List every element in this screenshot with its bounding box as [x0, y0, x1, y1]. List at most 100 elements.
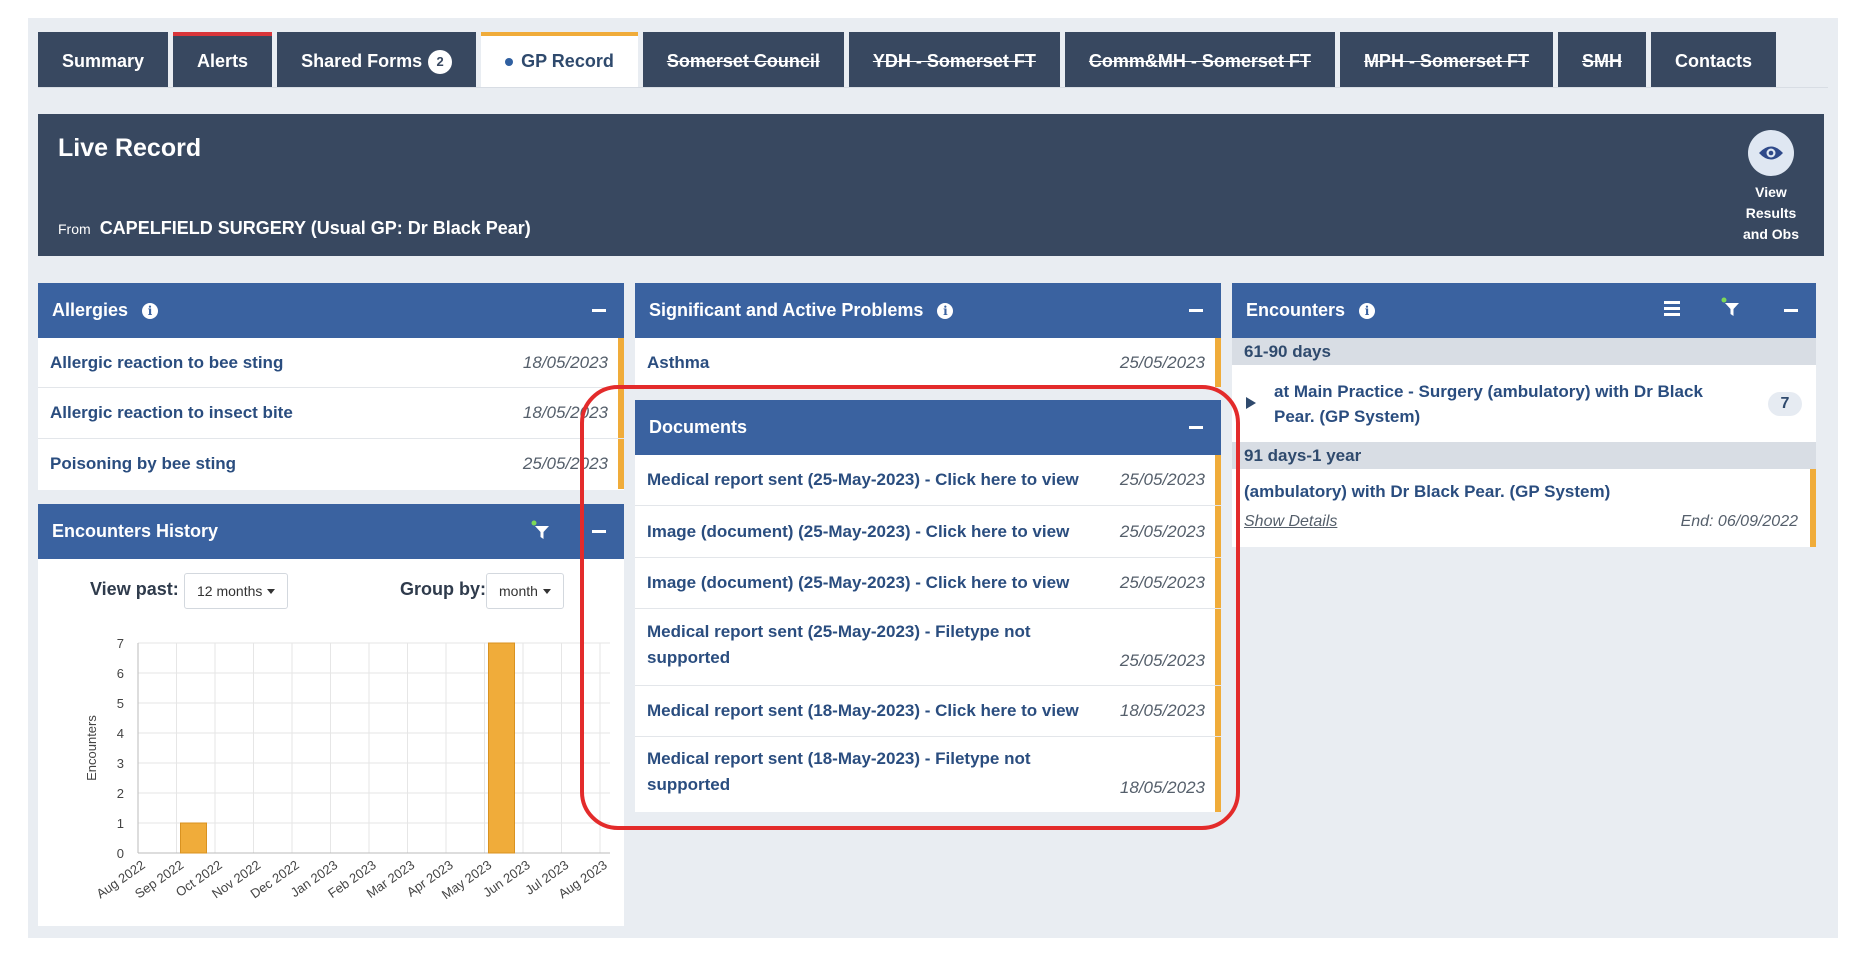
accent-bar — [1215, 338, 1221, 387]
document-date: 18/05/2023 — [1119, 778, 1205, 797]
eye-icon — [1748, 130, 1794, 176]
practice-name: CAPELFIELD SURGERY (Usual GP: Dr Black P… — [99, 218, 531, 238]
list-menu-icon[interactable] — [1664, 301, 1680, 317]
encounter-item[interactable]: at Main Practice - Surgery (ambulatory) … — [1232, 365, 1816, 442]
document-row[interactable]: Medical report sent (25-May-2023) - File… — [635, 609, 1221, 686]
list-item[interactable]: Poisoning by bee sting 25/05/2023 — [38, 439, 624, 489]
tabs-divider — [38, 87, 1828, 88]
allergy-date: 25/05/2023 — [522, 454, 608, 473]
collapse-icon[interactable] — [592, 530, 606, 533]
encounters-panel: Encounters i 61-90 days at Main Practice… — [1232, 283, 1816, 547]
encounters-header: Encounters i — [1232, 283, 1816, 338]
collapse-icon[interactable] — [1784, 309, 1798, 312]
document-link[interactable]: Image (document) (25-May-2023) - Click h… — [647, 570, 1120, 596]
tab-bar: Summary Alerts Shared Forms 2 GP Record S… — [38, 32, 1781, 87]
tab-alerts[interactable]: Alerts — [173, 32, 273, 87]
view-results-obs-button[interactable]: View Results and Obs — [1738, 130, 1804, 245]
document-row[interactable]: Image (document) (25-May-2023) - Click h… — [635, 558, 1221, 609]
document-link[interactable]: Medical report sent (25-May-2023) - Clic… — [647, 467, 1120, 493]
y-tick-label: 0 — [117, 846, 124, 861]
info-icon[interactable]: i — [142, 302, 159, 319]
y-tick-label: 1 — [117, 816, 124, 831]
problems-header: Significant and Active Problems i — [635, 283, 1221, 338]
panel-title: Documents — [649, 417, 748, 437]
panel-title: Allergies — [52, 300, 129, 320]
document-link[interactable]: Medical report sent (25-May-2023) - File… — [647, 619, 1120, 671]
y-tick-label: 5 — [117, 696, 124, 711]
info-icon[interactable]: i — [937, 302, 954, 319]
tab-mph-somerset-ft[interactable]: MPH - Somerset FT — [1339, 32, 1553, 87]
accent-bar — [618, 439, 624, 489]
tab-label: Alerts — [197, 51, 249, 71]
problems-panel: Significant and Active Problems i Asthma… — [635, 283, 1221, 387]
document-date: 25/05/2023 — [1119, 573, 1205, 592]
panel-title: Encounters History — [52, 521, 219, 541]
show-details-link[interactable]: Show Details — [1244, 513, 1337, 531]
y-tick-label: 3 — [117, 756, 124, 771]
collapse-icon[interactable] — [592, 309, 606, 312]
collapse-icon[interactable] — [1189, 309, 1203, 312]
accent-bar — [1215, 455, 1221, 505]
view-button-label-2: Results — [1745, 205, 1797, 221]
live-record-banner: Live Record From CAPELFIELD SURGERY (Usu… — [38, 114, 1824, 256]
count-badge: 2 — [428, 49, 453, 74]
bar-sep-2022 — [180, 822, 207, 854]
tab-label: Contacts — [1674, 51, 1752, 71]
list-item[interactable]: Allergic reaction to bee sting 18/05/202… — [38, 338, 624, 388]
document-row[interactable]: Image (document) (25-May-2023) - Click h… — [635, 506, 1221, 558]
collapse-icon[interactable] — [1189, 426, 1203, 429]
document-link[interactable]: Medical report sent (18-May-2023) - Clic… — [647, 698, 1120, 724]
view-button-label-1: View — [1755, 184, 1787, 200]
document-row[interactable]: Medical report sent (25-May-2023) - Clic… — [635, 455, 1221, 506]
encounter-text: at Main Practice - Surgery (ambulatory) … — [1274, 382, 1703, 426]
panel-title: Encounters — [1246, 300, 1346, 320]
view-past-select[interactable]: 12 months — [184, 573, 289, 609]
y-tick-label: 7 — [117, 636, 124, 651]
documents-header: Documents — [635, 400, 1221, 455]
document-date: 18/05/2023 — [1119, 701, 1205, 720]
filter-icon[interactable] — [1720, 297, 1742, 319]
page-title: Live Record — [58, 134, 202, 162]
accent-bar — [1215, 558, 1221, 608]
tab-shared-forms[interactable]: Shared Forms 2 — [277, 32, 477, 87]
allergy-text: Poisoning by bee sting — [50, 454, 237, 473]
document-link[interactable]: Medical report sent (18-May-2023) - File… — [647, 746, 1120, 798]
allergy-text: Allergic reaction to bee sting — [50, 352, 284, 372]
caret-down-icon — [542, 588, 551, 594]
from-prefix: From — [58, 221, 91, 237]
accent-bar — [1215, 506, 1221, 557]
info-icon[interactable]: i — [1359, 302, 1376, 319]
view-past-label: View past: — [90, 579, 179, 599]
y-tick-label: 6 — [117, 666, 124, 681]
allergies-header: Allergies i — [38, 283, 624, 338]
y-tick-label: 2 — [117, 786, 124, 801]
document-link[interactable]: Image (document) (25-May-2023) - Click h… — [647, 519, 1120, 545]
tab-contacts[interactable]: Contacts — [1650, 32, 1776, 87]
list-item[interactable]: Asthma 25/05/2023 — [635, 338, 1221, 387]
encounters-chart-area: View past: 12 months Group by: month 0 1 2… — [38, 559, 624, 926]
document-date: 25/05/2023 — [1119, 521, 1205, 541]
group-by-value: month — [499, 583, 538, 599]
encounters-history-panel: Encounters History View past: 12 months … — [38, 504, 624, 926]
tab-summary[interactable]: Summary — [38, 32, 169, 87]
group-by-select[interactable]: month — [486, 573, 564, 609]
accent-bar — [1810, 469, 1816, 547]
encounter-item[interactable]: (ambulatory) with Dr Black Pear. (GP Sys… — [1232, 469, 1816, 547]
expand-arrow-icon[interactable] — [1246, 397, 1256, 409]
encounters-bar-chart: 01234567Aug 2022Sep 2022Oct 2022Nov 2022… — [84, 636, 610, 902]
y-axis-label: Encounters — [84, 715, 99, 781]
encounter-count-badge: 7 — [1768, 392, 1802, 416]
tab-somerset-council[interactable]: Somerset Council — [642, 32, 844, 87]
document-row[interactable]: Medical report sent (18-May-2023) - File… — [635, 737, 1221, 812]
tab-gp-record[interactable]: GP Record — [481, 32, 638, 87]
tab-label: Summary — [62, 51, 145, 71]
view-past-value: 12 months — [197, 583, 263, 599]
filter-icon[interactable] — [530, 520, 552, 542]
problem-date: 25/05/2023 — [1119, 352, 1205, 372]
tab-comm-mh-somerset-ft[interactable]: Comm&MH - Somerset FT — [1064, 32, 1335, 87]
document-row[interactable]: Medical report sent (18-May-2023) - Clic… — [635, 686, 1221, 737]
tab-ydh-somerset-ft[interactable]: YDH - Somerset FT — [848, 32, 1060, 87]
tab-smh[interactable]: SMH — [1557, 32, 1646, 87]
list-item[interactable]: Allergic reaction to insect bite 18/05/2… — [38, 388, 624, 439]
document-date: 25/05/2023 — [1119, 470, 1205, 489]
